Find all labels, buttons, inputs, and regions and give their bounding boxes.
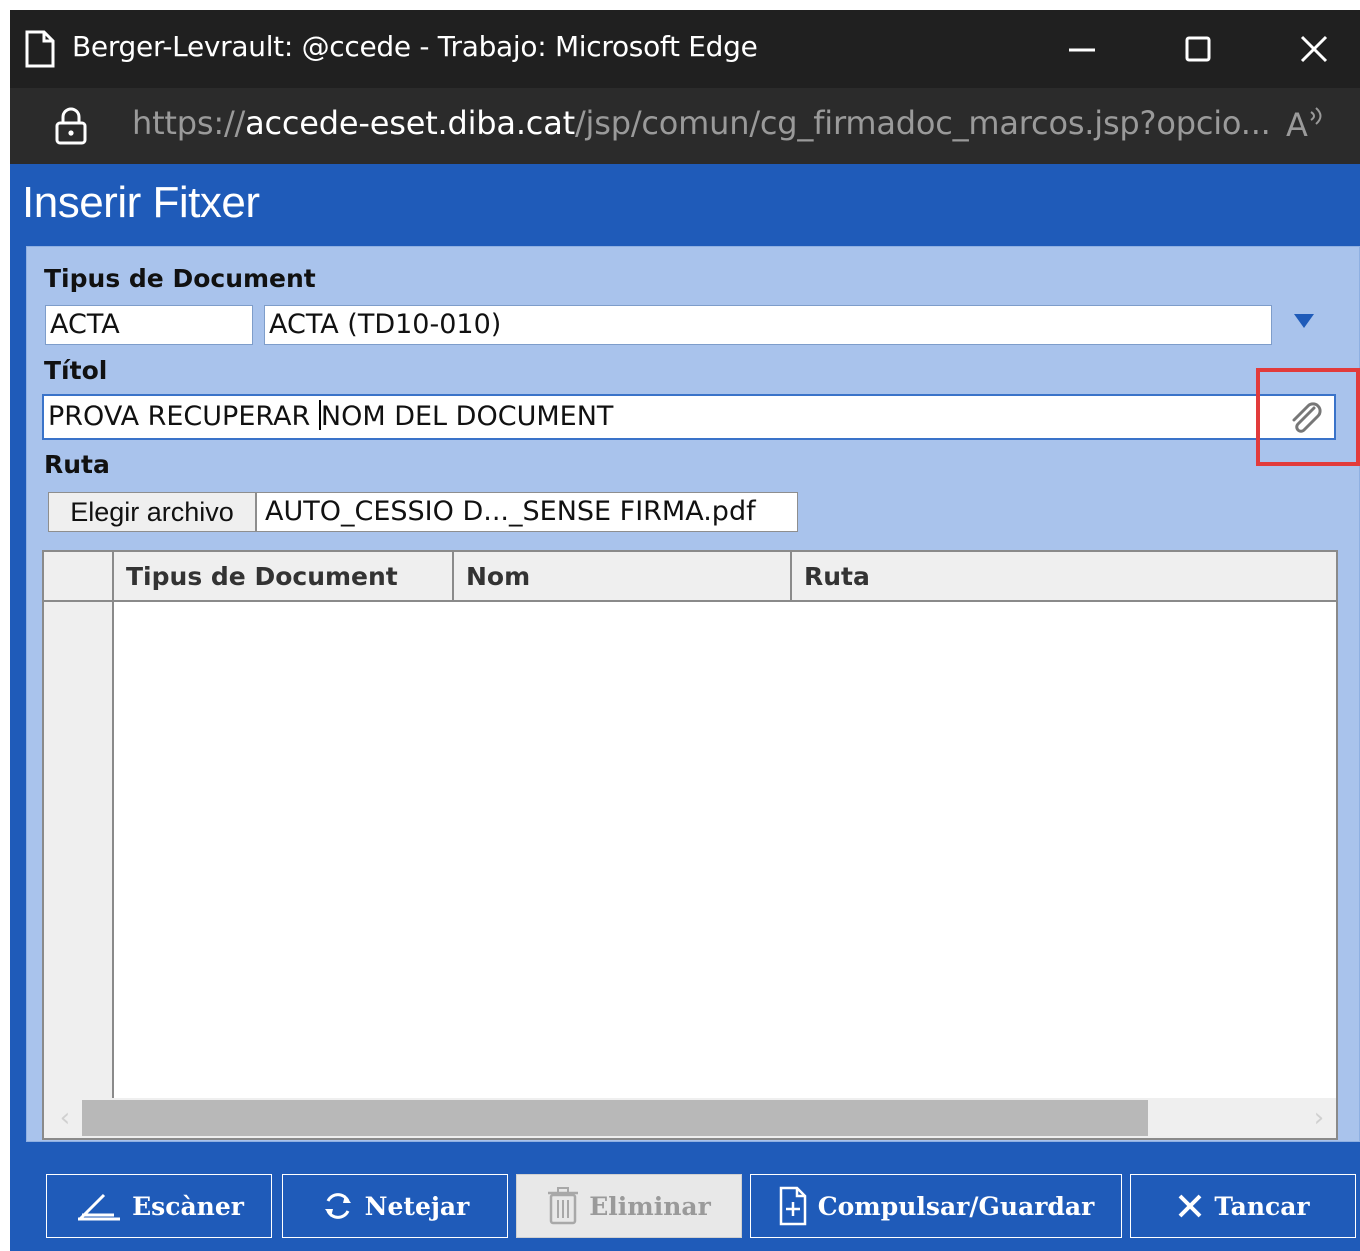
browser-window: Berger-Levrault: @ccede - Trabajo: Micro… [10,10,1360,1251]
read-aloud-icon [1310,107,1322,125]
refresh-icon [321,1189,355,1223]
close-window-button[interactable] [1284,24,1344,74]
file-name-display: AUTO_CESSIO D..._SENSE FIRMA.pdf [256,492,798,532]
dialog-title: Inserir Fitxer [22,178,260,227]
lock-icon [55,107,87,145]
maximize-icon [1185,36,1211,62]
ruta-label: Ruta [44,450,110,479]
tipus-code-field[interactable]: ACTA [45,305,253,345]
save-label: Compulsar/Guardar [817,1191,1095,1221]
read-aloud-button[interactable]: A [1286,106,1326,144]
titol-text-after: NOM DEL DOCUMENT [320,401,614,432]
highlight-box [1256,368,1360,466]
titol-input[interactable]: PROVA RECUPERAR NOM DEL DOCUMENT [42,394,1336,440]
scan-label: Escàner [132,1191,244,1221]
scroll-left-icon[interactable]: ‹ [52,1104,78,1132]
minimize-button[interactable] [1052,24,1112,74]
documents-table: Tipus de Document Nom Ruta ‹ › [42,550,1338,1140]
column-header-nom[interactable]: Nom [454,552,792,600]
tipus-description-field[interactable]: ACTA (TD10-010) [264,305,1272,345]
url-scheme: https:// [132,104,246,142]
titol-label: Títol [44,356,108,385]
close-icon [1176,1192,1204,1220]
close-dialog-button[interactable]: Tancar [1130,1174,1356,1238]
window-title: Berger-Levrault: @ccede - Trabajo: Micro… [72,30,758,63]
title-bar: Berger-Levrault: @ccede - Trabajo: Micro… [10,10,1360,88]
page-icon [25,30,55,68]
delete-label: Eliminar [589,1191,711,1221]
column-header-ruta[interactable]: Ruta [792,552,1336,600]
url-text[interactable]: https://accede-eset.diba.cat/jsp/comun/c… [132,104,1271,142]
read-aloud-label: A [1286,106,1308,144]
address-bar[interactable]: https://accede-eset.diba.cat/jsp/comun/c… [10,88,1360,164]
row-header-column [44,552,114,1138]
url-host: accede-eset.diba.cat [245,104,575,142]
dropdown-arrow-icon[interactable] [1292,312,1316,330]
scan-button[interactable]: Escàner [46,1174,272,1238]
close-icon [1300,35,1328,63]
table-corner [44,552,114,602]
tipus-label: Tipus de Document [44,264,316,293]
column-header-tipus[interactable]: Tipus de Document [114,552,454,600]
table-header: Tipus de Document Nom Ruta [114,552,1336,602]
url-path: /jsp/comun/cg_firmadoc_marcos.jsp?opcio.… [574,104,1271,142]
trash-icon [547,1187,579,1225]
clear-label: Netejar [364,1191,470,1221]
delete-button[interactable]: Eliminar [516,1174,742,1238]
save-button[interactable]: Compulsar/Guardar [750,1174,1122,1238]
titol-text-before: PROVA RECUPERAR [48,401,319,432]
maximize-button[interactable] [1168,24,1228,74]
file-add-icon [778,1186,808,1226]
close-label: Tancar [1214,1191,1310,1221]
horizontal-scrollbar[interactable]: ‹ › [44,1098,1336,1138]
clear-button[interactable]: Netejar [282,1174,508,1238]
scroll-right-icon[interactable]: › [1306,1104,1332,1132]
choose-file-button[interactable]: Elegir archivo [48,492,256,532]
scanner-icon [74,1189,122,1223]
scrollbar-thumb[interactable] [82,1100,1148,1136]
minimize-icon [1069,48,1095,52]
